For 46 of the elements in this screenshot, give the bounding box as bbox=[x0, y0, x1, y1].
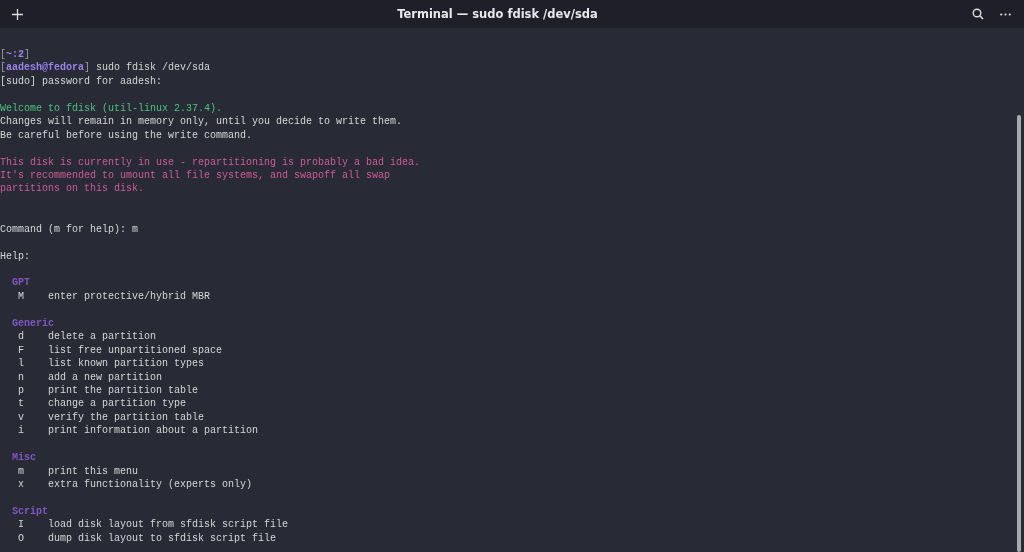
terminal-line: Welcome to fdisk (util-linux 2.37.4). bbox=[0, 102, 223, 114]
terminal-line: Changes will remain in memory only, until you decide to write them. bbox=[0, 116, 403, 128]
option-key: i bbox=[18, 425, 24, 437]
option-key: n bbox=[18, 371, 24, 383]
plus-icon bbox=[12, 8, 23, 20]
terminal-line: Command (m for help): m bbox=[0, 223, 139, 235]
option-key: O bbox=[18, 532, 24, 544]
prompt-line: [~:2] bbox=[0, 49, 31, 60]
option-key: m bbox=[18, 465, 24, 477]
option-description: list free unpartitioned space bbox=[48, 344, 223, 356]
terminal-line: Be careful before using the write command. bbox=[0, 129, 253, 141]
option-key: I bbox=[18, 519, 24, 531]
option-description: list known partition types bbox=[48, 358, 205, 370]
option-key: M bbox=[18, 290, 24, 302]
section-heading: Generic bbox=[12, 317, 54, 329]
option-description: print this menu bbox=[48, 465, 138, 477]
section-heading: Script bbox=[12, 505, 48, 517]
option-description: extra functionality (experts only) bbox=[48, 479, 253, 490]
option-key: l bbox=[18, 358, 24, 370]
option-key: x bbox=[18, 479, 24, 490]
search-icon bbox=[972, 8, 984, 20]
option-description: dump disk layout to sfdisk script file bbox=[48, 532, 277, 544]
option-key: v bbox=[18, 411, 24, 423]
option-description: delete a partition bbox=[48, 331, 157, 343]
section-heading: GPT bbox=[12, 277, 30, 289]
option-description: verify the partition table bbox=[48, 411, 205, 423]
option-description: enter protective/hybrid MBR bbox=[48, 290, 211, 302]
option-description: change a partition type bbox=[48, 398, 187, 410]
option-description: add a new partition bbox=[48, 371, 163, 383]
option-key: F bbox=[18, 344, 24, 356]
option-description: print information about a partition bbox=[48, 425, 259, 437]
terminal-line: [sudo] password for aadesh: bbox=[0, 75, 163, 87]
option-key: p bbox=[18, 384, 24, 396]
terminal-line: Help: bbox=[0, 250, 30, 262]
section-heading: Misc bbox=[12, 452, 36, 464]
terminal-line: partitions on this disk. bbox=[0, 183, 145, 195]
option-description: load disk layout from sfdisk script file bbox=[48, 519, 289, 531]
more-icon bbox=[1000, 12, 1011, 16]
option-description: print the partition table bbox=[48, 384, 199, 396]
terminal-line: This disk is currently in use - repartitioning is probably a bad idea. bbox=[0, 156, 421, 168]
window-title: Terminal — sudo fdisk /dev/sda bbox=[396, 7, 599, 21]
terminal-line: It's recommended to umount all file systems, and swapoff all swap bbox=[0, 169, 391, 181]
scrollbar-thumb[interactable] bbox=[1017, 115, 1021, 552]
option-key: t bbox=[18, 398, 24, 410]
option-key: d bbox=[18, 331, 24, 343]
prompt-line: [aadesh@fedora] sudo fdisk /dev/sda bbox=[0, 62, 211, 74]
